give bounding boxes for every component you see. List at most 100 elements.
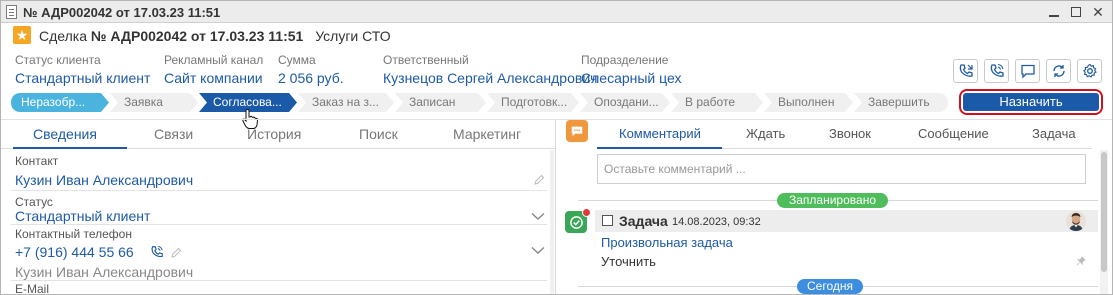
window-title: № АДР002042 от 17.03.23 11:51 (23, 5, 221, 20)
pin-icon[interactable] (1076, 256, 1086, 266)
header-divider (1, 119, 1112, 120)
status-field: Статус Стандартный клиент (1, 192, 551, 225)
phone-field: Контактный телефон +7 (916) 444 55 66 Ку… (1, 224, 551, 282)
stage-preparation[interactable]: Подготовк... (487, 93, 579, 112)
stage-order[interactable]: Заказ на з... (298, 93, 394, 112)
phone-in-icon (959, 64, 973, 77)
right-scrollbar[interactable] (1100, 150, 1108, 294)
chevron-down-icon[interactable] (531, 246, 545, 255)
status-value[interactable]: Стандартный клиент (15, 208, 150, 224)
minimize-icon[interactable] (1048, 5, 1060, 19)
today-badge: Сегодня (797, 279, 863, 294)
phone-out-icon (990, 63, 1004, 77)
panel-divider (555, 120, 556, 294)
assign-highlight: Назначить (959, 89, 1103, 115)
close-icon[interactable]: ✕ (1092, 5, 1104, 19)
assign-button[interactable]: Назначить (963, 93, 1099, 111)
deal-title: Сделка № АДР002042 от 17.03.23 11:51 Усл… (39, 28, 391, 44)
email-field: E-Mail (1, 280, 551, 295)
deal-prefix: Сделка (39, 28, 87, 44)
tab-call[interactable]: Звонок (829, 126, 871, 141)
notification-dot (582, 208, 591, 217)
settings-button[interactable] (1077, 59, 1102, 83)
sum-value[interactable]: 2 056 руб. (278, 70, 344, 86)
divider (11, 190, 547, 191)
toolbar (953, 59, 1102, 83)
comment-input[interactable]: Оставьте комментарий ... (597, 154, 1086, 184)
task-checkbox[interactable] (602, 215, 613, 226)
contact-field: Контакт Кузин Иван Александрович (1, 150, 551, 192)
stage-done[interactable]: Выполнен (764, 93, 853, 112)
department-label: Подразделение (581, 53, 669, 67)
deal-number: № АДР002042 от 17.03.23 11:51 (90, 28, 304, 44)
settings-icon (1082, 63, 1097, 78)
tab-marketing[interactable]: Маркетинг (453, 126, 521, 142)
tab-links[interactable]: Связи (154, 126, 193, 142)
message-icon (1020, 64, 1035, 79)
phone-value[interactable]: +7 (916) 444 55 66 (15, 244, 134, 260)
pipeline-stages: Неразобр... Заявка Согласова... Заказ на… (11, 93, 949, 112)
left-tabs: Сведения Связи История Поиск Маркетинг (1, 121, 555, 149)
check-circle-icon (569, 215, 583, 229)
phone-owner: Кузин Иван Александрович (15, 264, 194, 280)
tab-comment[interactable]: Комментарий (619, 126, 701, 141)
task-date: 14.08.2023, 09:32 (672, 216, 761, 228)
responsible-value[interactable]: Кузнецов Сергей Александрович (383, 70, 597, 86)
left-scrollbar[interactable] (550, 150, 554, 294)
client-status-field: Статус клиента Стандартный клиент (15, 53, 150, 86)
stage-booked[interactable]: Записан (395, 93, 486, 112)
tab-details[interactable]: Сведения (33, 126, 97, 142)
tab-history[interactable]: История (247, 126, 301, 142)
task-header: Задача 14.08.2023, 09:32 (595, 210, 1098, 232)
tab-wait[interactable]: Ждать (746, 126, 785, 141)
task-title: Задача (619, 213, 668, 229)
stage-finish[interactable]: Завершить (854, 93, 948, 112)
contact-label: Контакт (15, 154, 59, 168)
client-status-label: Статус клиента (15, 53, 101, 67)
chevron-down-icon[interactable] (531, 212, 545, 221)
contact-value[interactable]: Кузин Иван Александрович (15, 172, 193, 188)
phone-label: Контактный телефон (15, 227, 132, 241)
window-controls: ✕ (1048, 3, 1104, 21)
client-status-value[interactable]: Стандартный клиент (15, 70, 150, 86)
stage-delay[interactable]: Опоздани... (580, 93, 670, 112)
status-label: Статус (15, 195, 53, 209)
planned-badge: Запланировано (777, 193, 888, 208)
edit-icon[interactable] (533, 174, 545, 186)
department-field: Подразделение Слесарный цех (581, 53, 681, 86)
email-label: E-Mail (15, 282, 50, 295)
avatar[interactable] (1066, 211, 1086, 231)
edit-icon[interactable] (170, 247, 182, 259)
deal-header: ★ Сделка № АДР002042 от 17.03.23 11:51 У… (1, 23, 1112, 47)
tab-task[interactable]: Задача (1032, 126, 1076, 141)
channel-value[interactable]: Сайт компании (164, 70, 263, 86)
active-tab-indicator (597, 147, 722, 149)
message-button[interactable] (1015, 59, 1040, 83)
responsible-label: Ответственный (383, 53, 469, 67)
comment-badge (566, 120, 588, 142)
star-icon: ★ (13, 26, 31, 44)
task-card: Задача 14.08.2023, 09:32 Произвольная за… (595, 210, 1098, 273)
active-tab-indicator (13, 147, 127, 149)
tab-message[interactable]: Сообщение (918, 126, 989, 141)
deal-window: № АДР002042 от 17.03.23 11:51 ✕ ★ Сделка… (0, 0, 1113, 295)
task-link[interactable]: Произвольная задача (601, 235, 733, 250)
responsible-field: Ответственный Кузнецов Сергей Александро… (383, 53, 597, 86)
right-tabs: Комментарий Ждать Звонок Сообщение Задач… (597, 121, 1092, 149)
tab-search[interactable]: Поиск (359, 126, 398, 142)
department-value[interactable]: Слесарный цех (581, 70, 681, 86)
chat-bubble-icon (571, 126, 583, 137)
refresh-icon (1052, 65, 1065, 77)
stage-in-progress[interactable]: В работе (671, 93, 763, 112)
task-note: Уточнить (601, 254, 656, 269)
sum-label: Сумма (278, 53, 316, 67)
scrollbar-thumb[interactable] (1101, 152, 1107, 272)
outgoing-call-button[interactable] (984, 59, 1009, 83)
document-icon (6, 5, 17, 19)
stage-request[interactable]: Заявка (110, 93, 198, 112)
stage-unsorted[interactable]: Неразобр... (11, 93, 109, 112)
maximize-icon[interactable] (1070, 5, 1082, 19)
incoming-call-button[interactable] (953, 59, 978, 83)
call-icon[interactable] (150, 245, 164, 259)
refresh-button[interactable] (1046, 59, 1071, 83)
